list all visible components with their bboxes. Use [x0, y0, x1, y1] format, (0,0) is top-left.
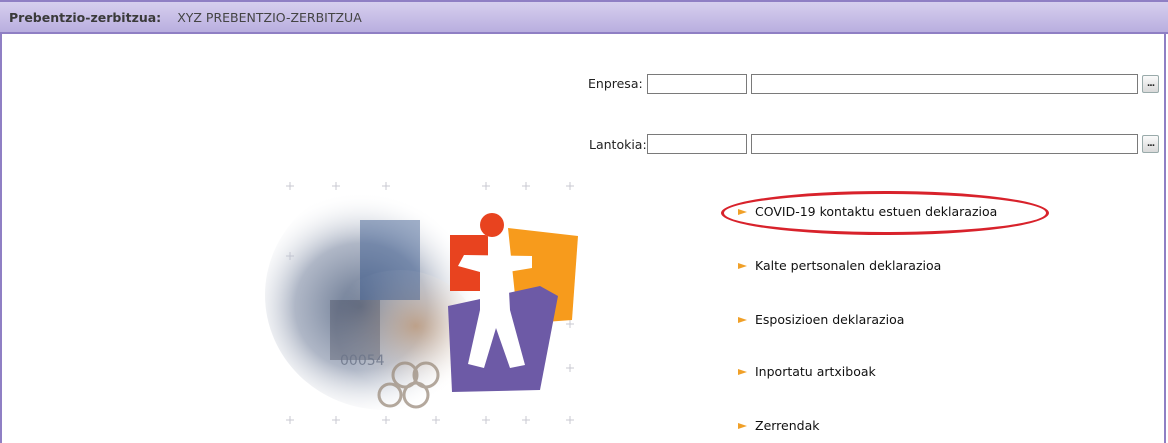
arrow-right-icon — [738, 368, 747, 375]
menu-link-label: Esposizioen deklarazioa — [755, 312, 905, 327]
enpresa-code-input[interactable] — [647, 74, 747, 94]
lantokia-code-input[interactable] — [647, 134, 747, 154]
menu-link-import-files[interactable]: Inportatu artxiboak — [738, 364, 876, 379]
menu-link-label: Zerrendak — [755, 418, 820, 433]
header-label: Prebentzio-zerbitzua: — [9, 9, 162, 25]
menu-link-covid-declaration[interactable]: COVID-19 kontaktu estuen deklarazioa — [738, 204, 997, 219]
svg-text:00054: 00054 — [340, 353, 385, 369]
arrow-right-icon — [738, 262, 747, 269]
arrow-right-icon — [738, 422, 747, 429]
enpresa-name-input[interactable] — [751, 74, 1138, 94]
header-value: XYZ PREBENTZIO-ZERBITZUA — [177, 9, 362, 25]
enpresa-label: Enpresa: — [588, 76, 643, 91]
header-bar: Prebentzio-zerbitzua: XYZ PREBENTZIO-ZER… — [0, 0, 1168, 34]
enpresa-lookup-button[interactable]: ... — [1142, 75, 1159, 93]
arrow-right-icon — [738, 208, 747, 215]
arrow-right-icon — [738, 316, 747, 323]
lantokia-label: Lantokia: — [589, 137, 647, 152]
menu-link-label: Inportatu artxiboak — [755, 364, 876, 379]
menu-link-personal-damage[interactable]: Kalte pertsonalen deklarazioa — [738, 258, 941, 273]
menu-link-lists[interactable]: Zerrendak — [738, 418, 819, 433]
menu-link-label: COVID-19 kontaktu estuen deklarazioa — [755, 204, 998, 219]
lantokia-name-input[interactable] — [751, 134, 1138, 154]
lantokia-lookup-button[interactable]: ... — [1142, 135, 1159, 153]
menu-link-exposure-declaration[interactable]: Esposizioen deklarazioa — [738, 312, 904, 327]
prevention-logo-image: 00054 — [265, 180, 578, 424]
menu-link-label: Kalte pertsonalen deklarazioa — [755, 258, 942, 273]
